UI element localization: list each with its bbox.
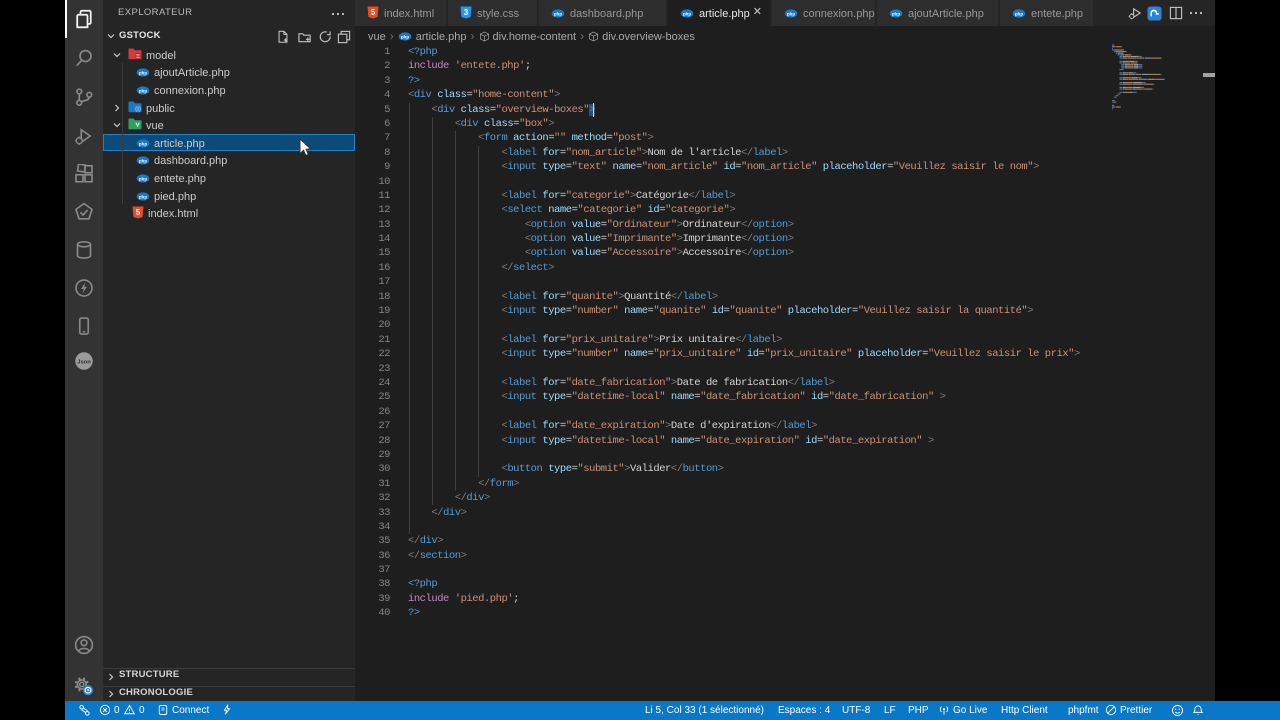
svg-text:php: php	[139, 159, 147, 164]
svg-text:Json: Json	[77, 360, 91, 366]
svg-text:php: php	[139, 88, 147, 93]
svg-text:php: php	[139, 194, 147, 199]
svg-text:3: 3	[464, 8, 469, 17]
svg-text:php: php	[554, 11, 562, 16]
svg-text:5: 5	[136, 208, 141, 217]
svg-text:5: 5	[371, 8, 376, 17]
svg-text:php: php	[139, 176, 147, 181]
svg-text:php: php	[401, 34, 409, 39]
svg-text:php: php	[139, 141, 147, 146]
svg-text:php: php	[139, 71, 147, 76]
svg-text:php: php	[892, 11, 900, 16]
svg-text:php: php	[1015, 11, 1023, 16]
svg-text:php: php	[683, 11, 691, 16]
svg-text:php: php	[787, 11, 795, 16]
